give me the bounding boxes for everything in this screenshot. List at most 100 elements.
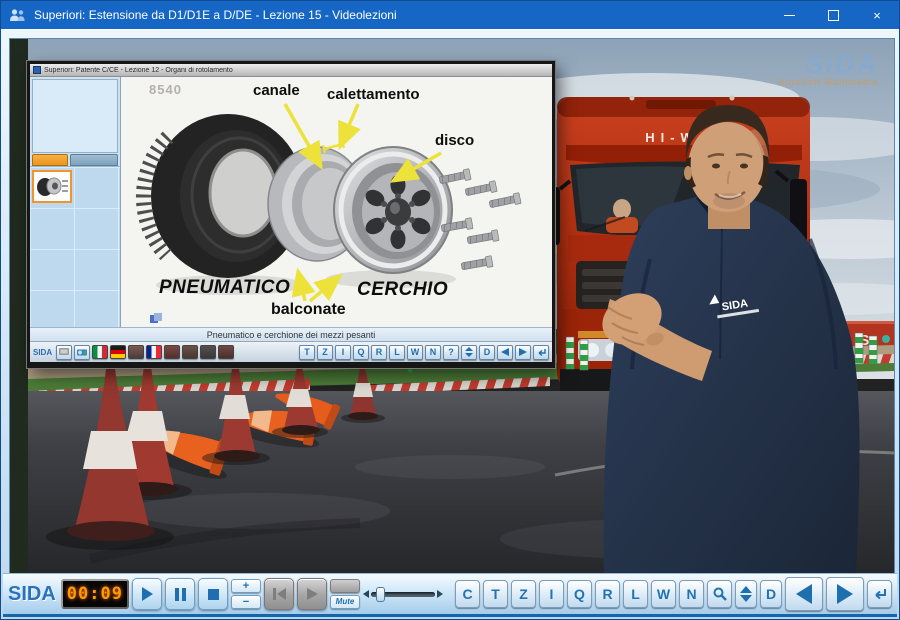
right-arrow-icon xyxy=(519,348,527,356)
audio-mode-button[interactable] xyxy=(330,579,360,593)
spinner-button[interactable] xyxy=(735,580,757,608)
titlebar: Superiori: Estensione da D1/D1E a D/DE -… xyxy=(1,1,899,29)
label-canale: canale xyxy=(253,82,300,99)
key-z-button[interactable]: Z xyxy=(511,580,536,608)
slide-next-button[interactable] xyxy=(515,345,531,360)
label-disco: disco xyxy=(435,132,474,149)
slider-left-icon xyxy=(363,590,369,598)
slide-key-w[interactable]: W xyxy=(407,345,423,360)
flag-disabled-button-5[interactable] xyxy=(218,345,234,359)
big-left-arrow-icon xyxy=(796,584,812,604)
skip-back-icon xyxy=(273,588,286,600)
video-area[interactable]: L I S xyxy=(9,38,895,576)
label-pneumatico: PNEUMATICO xyxy=(159,277,290,299)
slide-window: Superiori: Patente C/CE - Lezione 12 - O… xyxy=(27,61,555,368)
left-arrow-icon xyxy=(501,348,509,356)
slide-spinner-button[interactable] xyxy=(461,345,477,360)
stop-icon xyxy=(208,589,219,600)
previous-button-disabled[interactable] xyxy=(264,578,294,610)
volume-down-button[interactable]: − xyxy=(231,595,261,609)
window-title: Superiori: Estensione da D1/D1E a D/DE -… xyxy=(34,8,767,22)
stop-button[interactable] xyxy=(198,578,228,610)
thumbnail-preview xyxy=(34,172,70,201)
slide-prev-button[interactable] xyxy=(497,345,513,360)
key-l-button[interactable]: L xyxy=(623,580,648,608)
label-cerchio: CERCHIO xyxy=(357,279,448,301)
next-lesson-button[interactable] xyxy=(826,577,864,611)
slider-track[interactable] xyxy=(371,592,435,597)
key-w-button[interactable]: W xyxy=(651,580,676,608)
player-timer: 00:09 xyxy=(61,579,129,609)
flag-italy-button[interactable] xyxy=(92,345,108,359)
slide-status-bar: Pneumatico e cerchione dei mezzi pesanti xyxy=(30,327,552,341)
slide-window-icon xyxy=(33,66,41,74)
slide-key-q[interactable]: Q xyxy=(353,345,369,360)
big-right-arrow-icon xyxy=(837,584,853,604)
slide-key-l[interactable]: L xyxy=(389,345,405,360)
play-button[interactable] xyxy=(132,578,162,610)
key-n-button[interactable]: N xyxy=(679,580,704,608)
volume-up-button[interactable]: + xyxy=(231,579,261,593)
flag-disabled-button-1[interactable] xyxy=(128,345,144,359)
enter-button[interactable] xyxy=(867,580,892,608)
slide-sidebar xyxy=(30,77,121,327)
slider-thumb[interactable] xyxy=(376,587,385,602)
maximize-icon xyxy=(828,10,839,21)
previous-lesson-button[interactable] xyxy=(785,577,823,611)
flag-disabled-button-3[interactable] xyxy=(182,345,198,359)
slide-tool-projector-button[interactable] xyxy=(74,345,90,360)
flag-disabled-button-2[interactable] xyxy=(164,345,180,359)
play-icon xyxy=(142,587,153,601)
slide-key-z[interactable]: Z xyxy=(317,345,333,360)
key-t-button[interactable]: T xyxy=(483,580,508,608)
key-c-button[interactable]: C xyxy=(455,580,480,608)
sidebar-tab-inactive[interactable] xyxy=(70,154,118,166)
slide-toolbar-logo: SIDA xyxy=(33,348,52,357)
slide-toolbar: SIDA T Z I xyxy=(30,341,552,362)
minimize-button[interactable] xyxy=(767,1,811,29)
flag-germany-button[interactable] xyxy=(110,345,126,359)
slide-key-i[interactable]: I xyxy=(335,345,351,360)
label-calettamento: calettamento xyxy=(327,86,420,103)
minimize-icon xyxy=(784,15,795,16)
player-logo: SIDA xyxy=(8,583,56,606)
pause-button[interactable] xyxy=(165,578,195,610)
slide-window-titlebar: Superiori: Patente C/CE - Lezione 12 - O… xyxy=(30,64,552,77)
maximize-button[interactable] xyxy=(811,1,855,29)
key-r-button[interactable]: R xyxy=(595,580,620,608)
key-d-button[interactable]: D xyxy=(760,580,782,608)
sidebar-tab-active[interactable] xyxy=(32,154,68,166)
slide-key-d[interactable]: D xyxy=(479,345,495,360)
mute-button[interactable]: Mute xyxy=(330,595,360,609)
key-q-button[interactable]: Q xyxy=(567,580,592,608)
slide-key-r[interactable]: R xyxy=(371,345,387,360)
enter-icon xyxy=(872,587,887,602)
left-shadow xyxy=(10,39,28,575)
slide-enter-button[interactable] xyxy=(533,345,549,360)
slide-key-help[interactable]: ? xyxy=(443,345,459,360)
slide-thumbnail-grid[interactable] xyxy=(30,166,120,327)
next-button-disabled[interactable] xyxy=(297,578,327,610)
close-button[interactable]: × xyxy=(855,1,899,29)
application-window: Superiori: Estensione da D1/D1E a D/DE -… xyxy=(0,0,900,620)
key-i-button[interactable]: I xyxy=(539,580,564,608)
slide-window-title: Superiori: Patente C/CE - Lezione 12 - O… xyxy=(44,67,233,74)
slide-corner-icon xyxy=(150,312,162,324)
slide-thumbnail-selected[interactable] xyxy=(32,170,72,203)
flag-disabled-button-4[interactable] xyxy=(200,345,216,359)
slide-sidebar-panel xyxy=(32,79,118,153)
up-down-icon xyxy=(740,586,752,602)
flag-france-button[interactable] xyxy=(146,345,162,359)
slide-key-n[interactable]: N xyxy=(425,345,441,360)
slide-number: 8540 xyxy=(149,82,182,97)
player-bar: SIDA 00:09 + − Mute xyxy=(3,573,897,617)
close-icon: × xyxy=(873,8,881,23)
app-frame: L I S xyxy=(1,29,899,619)
slide-key-t[interactable]: T xyxy=(299,345,315,360)
slide-tool-screen-button[interactable] xyxy=(56,345,72,360)
up-down-icon xyxy=(465,347,473,357)
slider-right-icon xyxy=(437,590,443,598)
enter-icon xyxy=(537,348,546,357)
volume-slider[interactable] xyxy=(363,578,443,610)
search-button[interactable] xyxy=(707,580,732,608)
